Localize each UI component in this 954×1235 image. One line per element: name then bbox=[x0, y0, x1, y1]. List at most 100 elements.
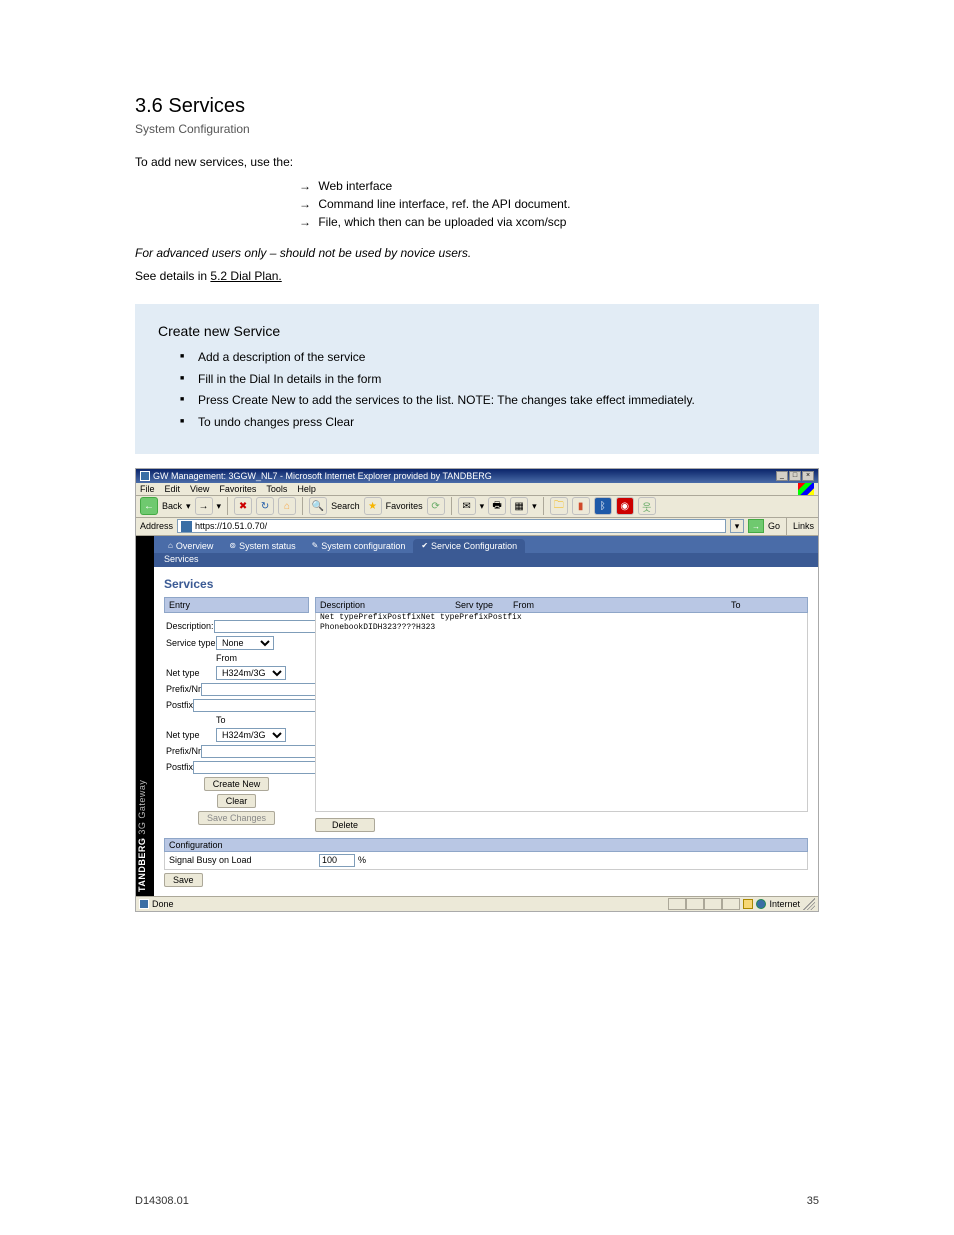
to-postfix-input[interactable] bbox=[193, 761, 316, 774]
list-item: Press Create New to add the services to … bbox=[180, 392, 796, 409]
address-label: Address bbox=[140, 521, 173, 531]
tool-icon[interactable]: ▮ bbox=[572, 497, 590, 515]
menu-favorites[interactable]: Favorites bbox=[219, 484, 256, 494]
col-description: Description bbox=[320, 600, 455, 610]
minimize-button[interactable]: _ bbox=[776, 471, 788, 481]
back-label: Back bbox=[162, 501, 182, 511]
globe-icon bbox=[756, 899, 766, 909]
table-row[interactable]: Phonebook DID H323 ???? H323 bbox=[315, 622, 808, 812]
footer-right: 35 bbox=[807, 1195, 819, 1207]
mail-button[interactable]: ✉ bbox=[458, 497, 476, 515]
clear-button[interactable]: Clear bbox=[217, 794, 257, 808]
from-postfix-label: Postfix bbox=[166, 700, 193, 710]
busy-load-input[interactable] bbox=[319, 854, 355, 867]
tab-bar: ⌂ Overview ⊚ System status ✎ System conf… bbox=[154, 536, 818, 553]
list-item-label: Command line interface, ref. the API doc… bbox=[318, 197, 570, 211]
messenger-icon[interactable]: 웃 bbox=[638, 497, 656, 515]
forward-button[interactable]: → bbox=[195, 497, 213, 515]
edit-button[interactable]: ▦ bbox=[510, 497, 528, 515]
window-title: GW Management: 3GGW_NL7 - Microsoft Inte… bbox=[153, 471, 492, 481]
gear-icon: ⊚ bbox=[229, 541, 236, 550]
create-new-button[interactable]: Create New bbox=[204, 777, 270, 791]
to-prefix-input[interactable] bbox=[201, 745, 324, 758]
options-list: → Web interface → Command line interface… bbox=[295, 177, 819, 231]
lock-icon bbox=[743, 899, 753, 909]
go-button[interactable]: → bbox=[748, 519, 764, 533]
list-item-label: File, which then can be uploaded via xco… bbox=[318, 215, 566, 229]
from-nettype-select[interactable]: H324m/3G bbox=[216, 666, 286, 680]
resize-grip-icon[interactable] bbox=[803, 898, 815, 910]
config-header: Configuration bbox=[164, 838, 808, 852]
red-icon[interactable]: ◉ bbox=[616, 497, 634, 515]
maximize-button[interactable]: □ bbox=[789, 471, 801, 481]
ref-text: See details in bbox=[135, 269, 210, 283]
home-icon: ⌂ bbox=[168, 541, 173, 550]
favorites-button[interactable]: ★ bbox=[364, 497, 382, 515]
folder-icon[interactable]: 🗀 bbox=[550, 497, 568, 515]
address-dropdown-button[interactable]: ▾ bbox=[730, 519, 744, 533]
sub-tab-services[interactable]: Services bbox=[154, 553, 818, 567]
service-type-select[interactable]: None bbox=[216, 636, 274, 650]
ref-link[interactable]: 5.2 Dial Plan. bbox=[210, 269, 281, 283]
arrow-icon: → bbox=[295, 213, 315, 231]
menu-help[interactable]: Help bbox=[297, 484, 316, 494]
tab-overview[interactable]: ⌂ Overview bbox=[160, 539, 221, 553]
status-cell bbox=[704, 898, 722, 910]
address-input[interactable]: https://10.51.0.70/ bbox=[177, 519, 726, 533]
to-prefix-label: Prefix/Nr bbox=[166, 746, 201, 756]
stop-button[interactable]: ✖ bbox=[234, 497, 252, 515]
entry-header: Entry bbox=[164, 597, 309, 613]
list-item-label: Web interface bbox=[318, 179, 392, 193]
page-icon bbox=[139, 899, 149, 909]
warning-text: For advanced users only – should not be … bbox=[135, 246, 471, 260]
menu-edit[interactable]: Edit bbox=[165, 484, 181, 494]
from-prefix-label: Prefix/Nr bbox=[166, 684, 201, 694]
bluetooth-icon[interactable]: ᛒ bbox=[594, 497, 612, 515]
list-item: To undo changes press Clear bbox=[180, 414, 796, 431]
tab-system-configuration[interactable]: ✎ System configuration bbox=[304, 539, 414, 553]
status-bar: Done Internet bbox=[136, 896, 818, 911]
status-cell bbox=[722, 898, 740, 910]
section-title: 3.6 Services bbox=[135, 95, 819, 118]
status-cell bbox=[668, 898, 686, 910]
address-bar: Address https://10.51.0.70/ ▾ → Go Links bbox=[136, 518, 818, 536]
history-button[interactable]: ⟳ bbox=[427, 497, 445, 515]
to-nettype-select[interactable]: H324m/3G bbox=[216, 728, 286, 742]
unit-label: % bbox=[358, 855, 366, 865]
search-label: Search bbox=[331, 501, 360, 511]
from-prefix-input[interactable] bbox=[201, 683, 324, 696]
toolbar: ← Back ▾ → ▾ ✖ ↻ ⌂ 🔍 Search ★ Favorites … bbox=[136, 496, 818, 518]
check-icon: ✔ bbox=[421, 541, 428, 550]
col-to: To bbox=[731, 600, 797, 610]
intro-paragraph: To add new services, use the: bbox=[135, 154, 819, 171]
tab-service-configuration[interactable]: ✔ Service Configuration bbox=[413, 539, 525, 553]
delete-button[interactable]: Delete bbox=[315, 818, 375, 832]
list-item: Fill in the Dial In details in the form bbox=[180, 371, 796, 388]
table-header: Description Serv type From To bbox=[315, 597, 808, 613]
home-button[interactable]: ⌂ bbox=[278, 497, 296, 515]
from-label: From bbox=[216, 653, 307, 663]
service-type-label: Service type bbox=[166, 638, 216, 648]
menu-tools[interactable]: Tools bbox=[266, 484, 287, 494]
links-label[interactable]: Links bbox=[793, 521, 814, 531]
list-item: → File, which then can be uploaded via x… bbox=[295, 213, 819, 231]
arrow-icon: → bbox=[295, 195, 315, 213]
search-button[interactable]: 🔍 bbox=[309, 497, 327, 515]
refresh-button[interactable]: ↻ bbox=[256, 497, 274, 515]
favorites-label: Favorites bbox=[386, 501, 423, 511]
wrench-icon: ✎ bbox=[312, 541, 319, 550]
to-postfix-label: Postfix bbox=[166, 762, 193, 772]
menu-file[interactable]: File bbox=[140, 484, 155, 494]
windows-flag-icon bbox=[798, 483, 814, 495]
save-button[interactable]: Save bbox=[164, 873, 203, 887]
zone-label: Internet bbox=[769, 899, 800, 909]
close-button[interactable]: × bbox=[802, 471, 814, 481]
list-item: Add a description of the service bbox=[180, 349, 796, 366]
print-button[interactable]: 🖶 bbox=[488, 497, 506, 515]
menu-view[interactable]: View bbox=[190, 484, 209, 494]
menubar: File Edit View Favorites Tools Help bbox=[136, 483, 818, 496]
save-changes-button[interactable]: Save Changes bbox=[198, 811, 275, 825]
from-postfix-input[interactable] bbox=[193, 699, 316, 712]
tab-system-status[interactable]: ⊚ System status bbox=[221, 539, 303, 553]
back-button[interactable]: ← bbox=[140, 497, 158, 515]
